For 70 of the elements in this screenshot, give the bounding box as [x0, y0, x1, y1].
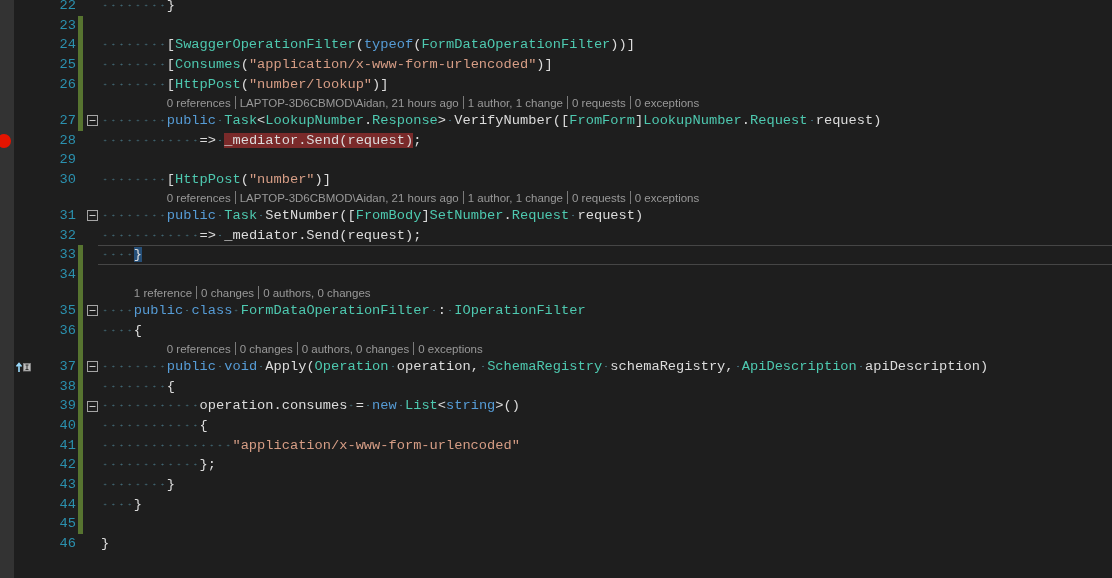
code-line: public Task SetNumber([FromBody]SetNumber.Request request) — [101, 205, 1112, 226]
code-line: } — [101, 494, 1112, 515]
code-line: operation.consumes = new List<string>() — [101, 396, 1112, 416]
codelens-link[interactable]: 0 authors, 0 changes — [301, 342, 410, 355]
line-number: 39 — [58, 397, 76, 416]
fold-toggle[interactable] — [87, 210, 98, 222]
line-number: 45 — [58, 515, 76, 534]
code-line: public void Apply(Operation operation, SchemaRegistry schemaRegistry, ApiDescription apiDescription) — [101, 356, 1112, 377]
code-line: } — [98, 245, 1112, 266]
line-number: 34 — [58, 266, 76, 285]
fold-toggle[interactable] — [87, 361, 98, 373]
line-number: 32 — [58, 226, 76, 245]
line-number: 28 — [58, 131, 76, 150]
codelens-link[interactable]: 0 exceptions — [418, 342, 483, 355]
codelens-link[interactable]: 0 references — [166, 342, 231, 355]
code-line: } — [101, 475, 1112, 495]
code-line: public class FormDataOperationFilter : IOperationFilter — [101, 301, 1112, 321]
codelens-link[interactable]: 0 references — [166, 96, 231, 109]
codelens-link[interactable]: 0 requests — [572, 96, 626, 109]
code-line: => _mediator.Send(request); — [101, 225, 1112, 246]
code-line: "application/x-www-form-urlencoded" — [101, 435, 1112, 456]
line-number: 44 — [58, 495, 76, 514]
code-line: { — [101, 415, 1112, 436]
codelens-link[interactable]: 0 requests — [572, 191, 626, 204]
codelens-link[interactable]: 0 references — [166, 191, 231, 204]
code-line: => _mediator.Send(request); — [101, 130, 1112, 151]
codelens-link[interactable]: 0 authors, 0 changes — [263, 286, 371, 299]
code-line: }; — [101, 455, 1112, 475]
implementation-icon[interactable] — [16, 361, 32, 372]
codelens-link[interactable]: 0 changes — [239, 342, 293, 355]
code-line: [Consumes("application/x-www-form-urlencoded")] — [101, 55, 1112, 75]
line-number: 36 — [58, 321, 76, 340]
code-line: [HttpPost("number")] — [101, 169, 1112, 190]
codelens-link[interactable]: 1 author, 1 change — [467, 191, 563, 204]
line-number: 24 — [58, 36, 76, 55]
line-number: 46 — [58, 535, 76, 554]
code-line: } — [101, 535, 111, 554]
line-number: 40 — [58, 416, 76, 435]
line-number: 35 — [58, 302, 76, 321]
line-number: 27 — [58, 111, 76, 130]
line-number: 42 — [58, 456, 76, 475]
code-line: [SwaggerOperationFilter(typeof(FormDataOperationFilter))] — [101, 35, 1112, 56]
code-line: { — [101, 320, 1112, 341]
line-number: 30 — [58, 170, 76, 189]
codelens-link[interactable]: LAPTOP-3D6CBMOD\Aidan, 21 hours ago — [239, 191, 459, 204]
fold-toggle[interactable] — [87, 305, 98, 317]
codelens-link[interactable]: 0 exceptions — [634, 191, 700, 204]
fold-toggle[interactable] — [87, 115, 98, 127]
line-number: 29 — [58, 151, 76, 170]
codelens-link[interactable]: LAPTOP-3D6CBMOD\Aidan, 21 hours ago — [239, 96, 459, 109]
breakpoint-icon[interactable] — [0, 133, 11, 148]
line-number: 22 — [58, 0, 76, 15]
line-number: 31 — [58, 206, 76, 225]
codelens-link[interactable]: 0 changes — [201, 286, 255, 299]
line-number: 33 — [58, 246, 76, 265]
line-number: 37 — [58, 357, 76, 376]
line-number: 23 — [58, 16, 76, 35]
line-number: 43 — [58, 476, 76, 494]
line-number: 25 — [58, 56, 76, 75]
line-number: 38 — [58, 377, 76, 396]
codelens-link[interactable]: 1 author, 1 change — [467, 96, 563, 109]
line-number: 26 — [58, 75, 76, 94]
code-line: { — [101, 376, 1112, 397]
line-number: 41 — [58, 436, 76, 455]
codelens-link[interactable]: 1 reference — [133, 286, 193, 299]
code-line: } — [101, 0, 1112, 16]
codelens-link[interactable]: 0 exceptions — [634, 96, 700, 109]
code-line: public Task<LookupNumber.Response> VerifyNumber([FromForm]LookupNumber.Request request) — [101, 110, 1112, 131]
code-line: [HttpPost("number/lookup")] — [101, 74, 1112, 95]
fold-toggle[interactable] — [87, 400, 98, 412]
